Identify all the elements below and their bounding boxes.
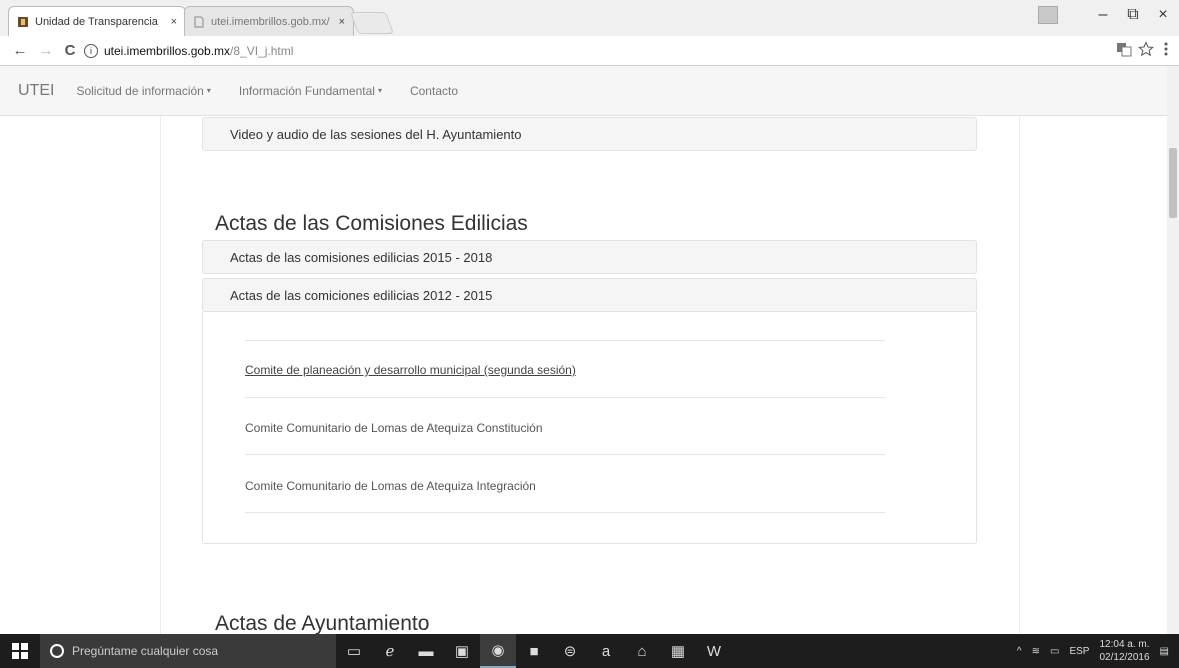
windows-logo-icon (12, 643, 28, 659)
chevron-down-icon: ▾ (377, 86, 382, 95)
site-navbar: UTEI Solicitud de información ▾ Informaci… (0, 66, 1179, 116)
windows-taskbar: Pregúntame cualquier cosa ▭ ℯ ▬ ▣ ◉ ■ ⊜ … (0, 634, 1179, 668)
divider (245, 454, 885, 455)
nav-solicitud-label: Solicitud de información (76, 83, 204, 98)
clock-date: 02/12/2016 (1099, 652, 1150, 663)
document-link[interactable]: Comite de planeación y desarrollo munici… (245, 363, 885, 377)
section-title-comisiones: Actas de las Comisiones Edilicias (215, 212, 528, 235)
file-explorer-icon[interactable]: ▬ (408, 634, 444, 668)
tab-title: utei.imembrillos.gob.mx/ (211, 15, 330, 28)
document-link[interactable]: Comite Comunitario de Lomas de Atequiza … (245, 421, 885, 435)
chevron-up-icon[interactable]: ^ (1017, 646, 1022, 657)
battery-icon[interactable]: ▭ (1050, 646, 1059, 657)
page-icon (194, 16, 204, 27)
cortana-search-box[interactable]: Pregúntame cualquier cosa (40, 634, 336, 668)
tab-close-icon[interactable]: × (339, 16, 345, 28)
browser-tab-active[interactable]: Unidad de Transparencia × (8, 6, 186, 36)
back-button[interactable]: ← (10, 41, 30, 61)
clock-time: 12:04 a. m. (1099, 639, 1150, 650)
app-icon[interactable]: ■ (516, 634, 552, 668)
profile-icon[interactable] (1038, 6, 1058, 24)
page-scrollbar[interactable] (1167, 66, 1179, 634)
scrollbar-thumb[interactable] (1169, 148, 1177, 218)
browser-tab-inactive[interactable]: utei.imembrillos.gob.mx/ × (184, 6, 354, 36)
chrome-icon[interactable]: ◉ (480, 634, 516, 668)
nav-informacion-label: Información Fundamental (238, 83, 375, 98)
panel-video-audio[interactable]: Video y audio de las sesiones del H. Ayu… (202, 117, 977, 151)
divider (245, 397, 885, 398)
search-placeholder: Pregúntame cualquier cosa (72, 644, 219, 658)
main-container: Video y audio de las sesiones del H. Ayu… (160, 116, 1020, 635)
start-button[interactable] (0, 634, 40, 668)
divider (245, 340, 885, 341)
tab-title: Unidad de Transparencia (35, 15, 158, 28)
app-icon[interactable]: a (588, 634, 624, 668)
menu-kebab-icon[interactable] (1160, 41, 1172, 57)
word-icon[interactable]: W (696, 634, 732, 668)
photos-icon[interactable]: ▦ (660, 634, 696, 668)
bookmark-star-icon[interactable] (1138, 41, 1154, 57)
divider (245, 512, 885, 513)
close-window-button[interactable]: × (1148, 0, 1178, 30)
panel-actas-2012-2015[interactable]: Actas de las comiciones edilicias 2012 -… (202, 278, 977, 312)
nav-informacion-fundamental[interactable]: Información Fundamental ▾ (239, 84, 382, 98)
language-indicator[interactable]: ESP (1069, 646, 1089, 657)
store-icon[interactable]: ▣ (444, 634, 480, 668)
nav-contacto[interactable]: Contacto (410, 84, 458, 98)
cortana-icon (50, 644, 64, 658)
site-info-icon[interactable]: i (84, 44, 98, 58)
minimize-button[interactable]: – (1088, 0, 1118, 30)
notifications-icon[interactable]: ▤ (1160, 646, 1169, 657)
wifi-icon[interactable]: ≋ (1032, 646, 1040, 657)
media-icon[interactable]: ⊜ (552, 634, 588, 668)
section-title-ayuntamiento: Actas de Ayuntamiento (215, 612, 430, 635)
panel-actas-2015-2018[interactable]: Actas de las comisiones edilicias 2015 -… (202, 240, 977, 274)
edge-browser-icon[interactable]: ℯ (372, 634, 408, 668)
new-tab-button[interactable] (349, 12, 395, 34)
tab-close-icon[interactable]: × (171, 16, 177, 28)
forward-button[interactable]: → (36, 41, 56, 61)
site-favicon-icon (18, 16, 28, 27)
reload-button[interactable]: C (60, 41, 80, 61)
nav-solicitud[interactable]: Solicitud de información ▾ (76, 84, 210, 98)
nav-contacto-label: Contacto (409, 83, 458, 98)
browser-tabstrip: Unidad de Transparencia × utei.imembrill… (0, 0, 1179, 36)
document-link[interactable]: Comite Comunitario de Lomas de Atequiza … (245, 479, 885, 493)
clock[interactable]: 12:04 a. m. 02/12/2016 (1099, 638, 1149, 664)
url-host: utei.imembrillos.gob.mx (104, 44, 231, 58)
maximize-button[interactable]: ⧉ (1118, 0, 1148, 30)
site-brand[interactable]: UTEI (18, 82, 54, 100)
url-path: /8_VI_j.html (230, 44, 294, 58)
translate-icon[interactable] (1116, 41, 1132, 57)
url-field[interactable]: i utei.imembrillos.gob.mx/8_VI_j.html (84, 40, 1094, 62)
address-bar: ← → C i utei.imembrillos.gob.mx/8_VI_j.h… (0, 36, 1179, 66)
task-view-icon[interactable]: ▭ (336, 634, 372, 668)
chevron-down-icon: ▾ (206, 86, 211, 95)
home-icon[interactable]: ⌂ (624, 634, 660, 668)
system-tray: ^ ≋ ▭ ESP 12:04 a. m. 02/12/2016 ▤ (1017, 634, 1179, 668)
